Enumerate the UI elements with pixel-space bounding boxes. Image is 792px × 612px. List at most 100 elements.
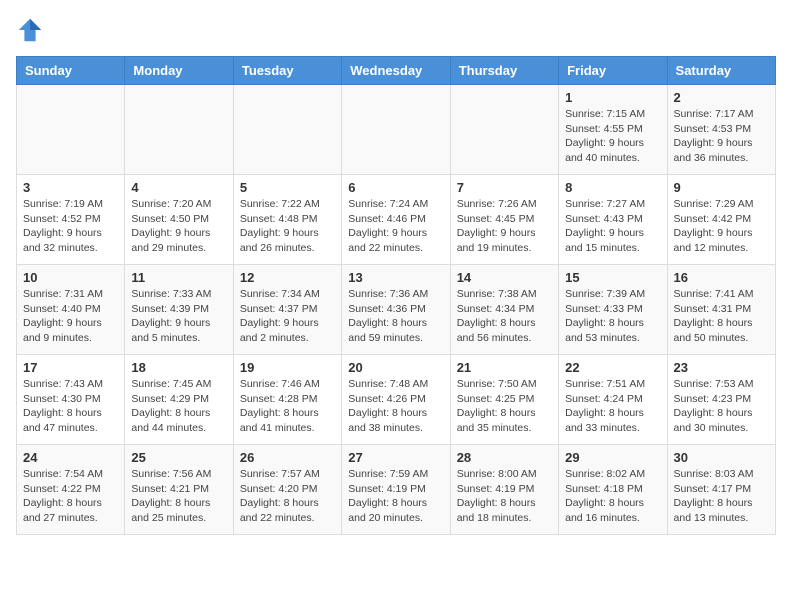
- day-info: Sunrise: 7:57 AM Sunset: 4:20 PM Dayligh…: [240, 467, 335, 526]
- day-number: 25: [131, 450, 226, 465]
- day-info: Sunrise: 8:03 AM Sunset: 4:17 PM Dayligh…: [674, 467, 769, 526]
- day-info: Sunrise: 7:27 AM Sunset: 4:43 PM Dayligh…: [565, 197, 660, 256]
- day-number: 29: [565, 450, 660, 465]
- header-cell-saturday: Saturday: [667, 57, 775, 85]
- week-row-4: 17 Sunrise: 7:43 AM Sunset: 4:30 PM Dayli…: [17, 355, 776, 445]
- day-number: 14: [457, 270, 552, 285]
- day-info: Sunrise: 7:29 AM Sunset: 4:42 PM Dayligh…: [674, 197, 769, 256]
- day-info: Sunrise: 7:33 AM Sunset: 4:39 PM Dayligh…: [131, 287, 226, 346]
- page-header: [16, 16, 776, 44]
- day-number: 12: [240, 270, 335, 285]
- day-info: Sunrise: 7:53 AM Sunset: 4:23 PM Dayligh…: [674, 377, 769, 436]
- week-row-2: 3 Sunrise: 7:19 AM Sunset: 4:52 PM Daylig…: [17, 175, 776, 265]
- day-info: Sunrise: 7:39 AM Sunset: 4:33 PM Dayligh…: [565, 287, 660, 346]
- day-cell-15: 15 Sunrise: 7:39 AM Sunset: 4:33 PM Dayli…: [559, 265, 667, 355]
- header-cell-tuesday: Tuesday: [233, 57, 341, 85]
- day-cell-16: 16 Sunrise: 7:41 AM Sunset: 4:31 PM Dayli…: [667, 265, 775, 355]
- header-cell-wednesday: Wednesday: [342, 57, 450, 85]
- day-number: 15: [565, 270, 660, 285]
- header-cell-friday: Friday: [559, 57, 667, 85]
- day-info: Sunrise: 7:41 AM Sunset: 4:31 PM Dayligh…: [674, 287, 769, 346]
- empty-cell: [233, 85, 341, 175]
- day-number: 4: [131, 180, 226, 195]
- day-info: Sunrise: 7:51 AM Sunset: 4:24 PM Dayligh…: [565, 377, 660, 436]
- day-cell-13: 13Sunrise: 7:36 AM Sunset: 4:36 PM Dayli…: [342, 265, 450, 355]
- day-number: 30: [674, 450, 769, 465]
- day-cell-7: 7 Sunrise: 7:26 AM Sunset: 4:45 PM Daylig…: [450, 175, 558, 265]
- day-cell-28: 28 Sunrise: 8:00 AM Sunset: 4:19 PM Dayli…: [450, 445, 558, 535]
- day-cell-19: 19 Sunrise: 7:46 AM Sunset: 4:28 PM Dayli…: [233, 355, 341, 445]
- day-cell-12: 12 Sunrise: 7:34 AM Sunset: 4:37 PM Dayli…: [233, 265, 341, 355]
- day-info: Sunrise: 7:54 AM Sunset: 4:22 PM Dayligh…: [23, 467, 118, 526]
- day-info: Sunrise: 7:26 AM Sunset: 4:45 PM Dayligh…: [457, 197, 552, 256]
- day-number: 20: [348, 360, 443, 375]
- day-cell-18: 18Sunrise: 7:45 AM Sunset: 4:29 PM Dayli…: [125, 355, 233, 445]
- day-cell-25: 25 Sunrise: 7:56 AM Sunset: 4:21 PM Dayli…: [125, 445, 233, 535]
- day-info: Sunrise: 7:19 AM Sunset: 4:52 PM Dayligh…: [23, 197, 118, 256]
- day-cell-8: 8 Sunrise: 7:27 AM Sunset: 4:43 PM Daylig…: [559, 175, 667, 265]
- day-cell-10: 10 Sunrise: 7:31 AM Sunset: 4:40 PM Dayli…: [17, 265, 125, 355]
- day-info: Sunrise: 7:22 AM Sunset: 4:48 PM Dayligh…: [240, 197, 335, 256]
- calendar-body: 1 Sunrise: 7:15 AM Sunset: 4:55 PM Daylig…: [17, 85, 776, 535]
- day-cell-27: 27 Sunrise: 7:59 AM Sunset: 4:19 PM Dayli…: [342, 445, 450, 535]
- day-cell-3: 3 Sunrise: 7:19 AM Sunset: 4:52 PM Daylig…: [17, 175, 125, 265]
- day-cell-5: 5Sunrise: 7:22 AM Sunset: 4:48 PM Daylig…: [233, 175, 341, 265]
- day-cell-23: 23 Sunrise: 7:53 AM Sunset: 4:23 PM Dayli…: [667, 355, 775, 445]
- header-row: SundayMondayTuesdayWednesdayThursdayFrid…: [17, 57, 776, 85]
- day-info: Sunrise: 7:45 AM Sunset: 4:29 PM Dayligh…: [131, 377, 226, 436]
- day-number: 3: [23, 180, 118, 195]
- day-number: 1: [565, 90, 660, 105]
- day-number: 16: [674, 270, 769, 285]
- day-number: 19: [240, 360, 335, 375]
- day-cell-21: 21 Sunrise: 7:50 AM Sunset: 4:25 PM Dayli…: [450, 355, 558, 445]
- day-number: 26: [240, 450, 335, 465]
- day-number: 22: [565, 360, 660, 375]
- day-number: 24: [23, 450, 118, 465]
- week-row-5: 24 Sunrise: 7:54 AM Sunset: 4:22 PM Dayli…: [17, 445, 776, 535]
- day-info: Sunrise: 7:24 AM Sunset: 4:46 PM Dayligh…: [348, 197, 443, 256]
- day-info: Sunrise: 7:38 AM Sunset: 4:34 PM Dayligh…: [457, 287, 552, 346]
- day-number: 28: [457, 450, 552, 465]
- header-cell-sunday: Sunday: [17, 57, 125, 85]
- day-info: Sunrise: 7:31 AM Sunset: 4:40 PM Dayligh…: [23, 287, 118, 346]
- day-cell-29: 29 Sunrise: 8:02 AM Sunset: 4:18 PM Dayli…: [559, 445, 667, 535]
- day-info: Sunrise: 8:00 AM Sunset: 4:19 PM Dayligh…: [457, 467, 552, 526]
- day-cell-24: 24 Sunrise: 7:54 AM Sunset: 4:22 PM Dayli…: [17, 445, 125, 535]
- day-info: Sunrise: 7:59 AM Sunset: 4:19 PM Dayligh…: [348, 467, 443, 526]
- day-info: Sunrise: 7:43 AM Sunset: 4:30 PM Dayligh…: [23, 377, 118, 436]
- day-number: 7: [457, 180, 552, 195]
- day-cell-9: 9 Sunrise: 7:29 AM Sunset: 4:42 PM Daylig…: [667, 175, 775, 265]
- day-cell-22: 22 Sunrise: 7:51 AM Sunset: 4:24 PM Dayli…: [559, 355, 667, 445]
- day-number: 17: [23, 360, 118, 375]
- empty-cell: [17, 85, 125, 175]
- empty-cell: [125, 85, 233, 175]
- day-info: Sunrise: 7:15 AM Sunset: 4:55 PM Dayligh…: [565, 107, 660, 166]
- day-number: 8: [565, 180, 660, 195]
- day-cell-20: 20 Sunrise: 7:48 AM Sunset: 4:26 PM Dayli…: [342, 355, 450, 445]
- day-number: 10: [23, 270, 118, 285]
- day-cell-2: 2Sunrise: 7:17 AM Sunset: 4:53 PM Daylig…: [667, 85, 775, 175]
- day-cell-17: 17 Sunrise: 7:43 AM Sunset: 4:30 PM Dayli…: [17, 355, 125, 445]
- day-info: Sunrise: 7:50 AM Sunset: 4:25 PM Dayligh…: [457, 377, 552, 436]
- day-number: 6: [348, 180, 443, 195]
- day-info: Sunrise: 7:46 AM Sunset: 4:28 PM Dayligh…: [240, 377, 335, 436]
- day-number: 27: [348, 450, 443, 465]
- day-number: 9: [674, 180, 769, 195]
- day-info: Sunrise: 8:02 AM Sunset: 4:18 PM Dayligh…: [565, 467, 660, 526]
- empty-cell: [450, 85, 558, 175]
- calendar-header: SundayMondayTuesdayWednesdayThursdayFrid…: [17, 57, 776, 85]
- day-info: Sunrise: 7:36 AM Sunset: 4:36 PM Dayligh…: [348, 287, 443, 346]
- day-number: 21: [457, 360, 552, 375]
- day-cell-30: 30 Sunrise: 8:03 AM Sunset: 4:17 PM Dayli…: [667, 445, 775, 535]
- empty-cell: [342, 85, 450, 175]
- header-cell-monday: Monday: [125, 57, 233, 85]
- day-cell-4: 4Sunrise: 7:20 AM Sunset: 4:50 PM Daylig…: [125, 175, 233, 265]
- logo-icon: [16, 16, 44, 44]
- day-info: Sunrise: 7:56 AM Sunset: 4:21 PM Dayligh…: [131, 467, 226, 526]
- header-cell-thursday: Thursday: [450, 57, 558, 85]
- calendar-table: SundayMondayTuesdayWednesdayThursdayFrid…: [16, 56, 776, 535]
- day-info: Sunrise: 7:34 AM Sunset: 4:37 PM Dayligh…: [240, 287, 335, 346]
- day-cell-6: 6 Sunrise: 7:24 AM Sunset: 4:46 PM Daylig…: [342, 175, 450, 265]
- day-info: Sunrise: 7:48 AM Sunset: 4:26 PM Dayligh…: [348, 377, 443, 436]
- day-number: 23: [674, 360, 769, 375]
